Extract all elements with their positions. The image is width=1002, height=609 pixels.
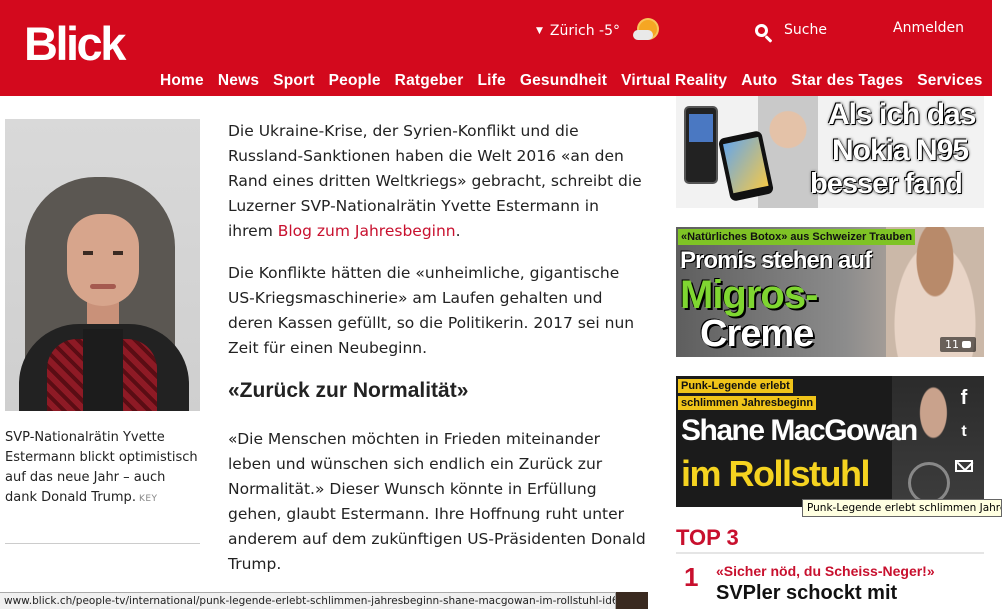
nav-item-services[interactable]: Services: [917, 72, 982, 90]
nav-item-life[interactable]: Life: [477, 72, 505, 90]
teaser-headline-line1: Shane MacGowan: [681, 414, 918, 447]
main-nav: Home News Sport People Ratgeber Life Ges…: [160, 72, 983, 90]
facebook-share-icon[interactable]: f: [950, 384, 978, 412]
top3-title: TOP 3: [676, 525, 739, 550]
mail-icon: [955, 460, 973, 472]
blick-logo[interactable]: Blick: [24, 20, 126, 67]
nav-item-sport[interactable]: Sport: [273, 72, 314, 90]
search-label: Suche: [784, 22, 827, 38]
login-link[interactable]: Anmelden: [893, 20, 964, 36]
nav-item-star-des-tages[interactable]: Star des Tages: [791, 72, 903, 90]
site-header: Blick ▼ Zürich -5° Suche Anmelden Home N…: [0, 0, 992, 96]
article-paragraph-1: Die Ukraine-Krise, der Syrien-Konflikt u…: [228, 122, 642, 241]
nav-item-people[interactable]: People: [329, 72, 381, 90]
teaser-shane-macgowan[interactable]: Punk-Legende erlebt schlimmen Jahresbegi…: [676, 376, 984, 507]
photo-credit: KEY: [138, 494, 158, 504]
comment-icon: [962, 341, 971, 348]
search-button[interactable]: Suche: [754, 20, 827, 43]
image-peek: [616, 592, 648, 609]
nav-item-home[interactable]: Home: [160, 72, 204, 90]
top3-kicker: «Sicher nöd, du Scheiss-Neger!»: [716, 563, 935, 579]
weather-location: Zürich -5°: [549, 23, 621, 39]
teaser-headline-line3: Creme: [700, 313, 814, 355]
teaser-nokia[interactable]: Als ich das Nokia N95 besser fand: [676, 96, 984, 208]
teaser-headline-line3: besser fand: [810, 168, 963, 200]
browser-status-bar: www.blick.ch/people-tv/international/pun…: [0, 592, 616, 609]
top3-divider: [676, 552, 984, 554]
teaser-migros-creme[interactable]: «Natürliches Botox» aus Schweizer Traube…: [676, 227, 984, 357]
teaser-headline-line2: im Rollstuhl: [681, 453, 871, 494]
nav-item-gesundheit[interactable]: Gesundheit: [520, 72, 607, 90]
nav-item-auto[interactable]: Auto: [741, 72, 777, 90]
search-icon: [754, 23, 774, 43]
caption-divider: [5, 543, 200, 544]
twitter-share-icon[interactable]: t: [950, 418, 978, 446]
photo-caption: SVP-Nationalrätin Yvette Estermann blick…: [5, 428, 200, 509]
sun-cloud-icon: [631, 18, 661, 44]
teaser-headline-line2: Migros-: [680, 273, 818, 317]
blog-link[interactable]: Blog zum Jahresbeginn: [278, 222, 456, 240]
article-paragraph-3: «Die Menschen möchten in Frieden miteina…: [228, 430, 646, 574]
dropdown-triangle-icon: ▼: [536, 26, 543, 36]
comment-counter: 11: [940, 337, 976, 352]
weather-widget[interactable]: ▼ Zürich -5°: [536, 18, 661, 44]
teaser-tag: «Natürliches Botox» aus Schweizer Traube…: [678, 229, 916, 245]
nav-item-ratgeber[interactable]: Ratgeber: [395, 72, 464, 90]
teaser-headline-line1: Promis stehen auf: [680, 247, 872, 274]
teaser-headline-line2: Nokia N95: [832, 134, 969, 167]
nav-item-virtual-reality[interactable]: Virtual Reality: [621, 72, 727, 90]
mail-share-button[interactable]: [950, 452, 978, 480]
top3-rank: 1: [684, 562, 699, 592]
teaser-headline-line1: Als ich das: [828, 98, 976, 131]
nav-item-news[interactable]: News: [218, 72, 259, 90]
teaser-tag-line1: Punk-Legende erlebt: [678, 379, 793, 393]
article-paragraph-2: Die Konflikte hätten die «unheimliche, g…: [228, 264, 635, 358]
article-subhead: «Zurück zur Normalität»: [228, 379, 469, 402]
caption-text: SVP-Nationalrätin Yvette Estermann blick…: [5, 430, 198, 505]
article-photo[interactable]: [5, 119, 200, 411]
top3-headline: SVPler schockt mit: [716, 582, 898, 604]
tooltip: Punk-Legende erlebt schlimmen Jahresbegi…: [802, 499, 1002, 517]
teaser-tag-line2: schlimmen Jahresbeginn: [678, 396, 817, 410]
